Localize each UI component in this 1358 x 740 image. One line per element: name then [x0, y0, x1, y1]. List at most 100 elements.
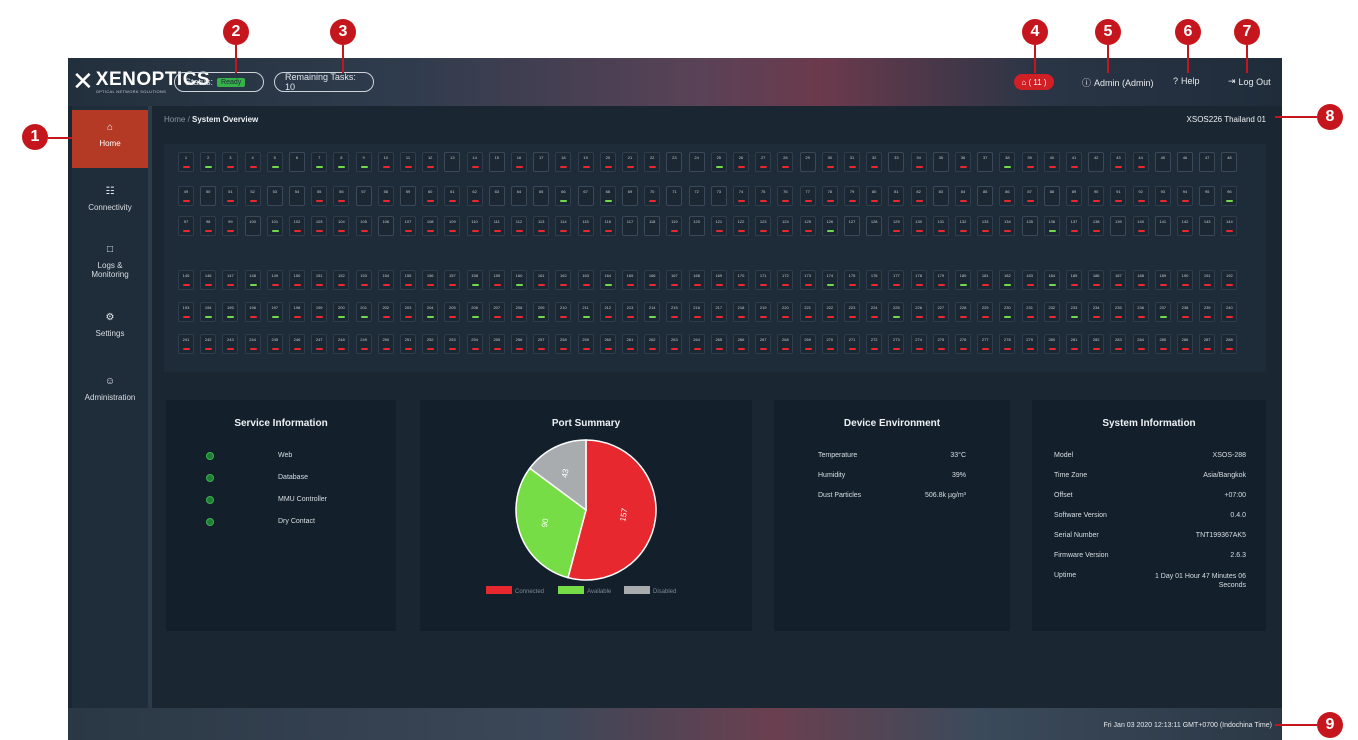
port-233[interactable]: 233: [1066, 302, 1082, 322]
port-9[interactable]: 9: [355, 152, 372, 172]
sidebar-item-settings[interactable]: ⚙ Settings: [72, 312, 148, 348]
port-236[interactable]: 236: [1132, 302, 1149, 322]
port-76[interactable]: 76: [777, 186, 794, 206]
port-130[interactable]: 130: [910, 216, 927, 236]
port-238[interactable]: 238: [1177, 302, 1193, 322]
port-183[interactable]: 183: [1021, 270, 1038, 290]
port-83[interactable]: 83: [932, 186, 949, 206]
port-276[interactable]: 276: [955, 334, 971, 354]
port-5[interactable]: 5: [266, 152, 283, 172]
port-111[interactable]: 111: [488, 216, 505, 236]
port-164[interactable]: 164: [599, 270, 616, 290]
port-41[interactable]: 41: [1066, 152, 1082, 172]
port-39[interactable]: 39: [1021, 152, 1038, 172]
port-113[interactable]: 113: [533, 216, 550, 236]
port-288[interactable]: 288: [1221, 334, 1238, 354]
port-228[interactable]: 228: [955, 302, 971, 322]
port-134[interactable]: 134: [999, 216, 1016, 236]
port-208[interactable]: 208: [511, 302, 527, 322]
port-33[interactable]: 33: [888, 152, 905, 172]
port-19[interactable]: 19: [577, 152, 594, 172]
port-278[interactable]: 278: [999, 334, 1016, 354]
port-79[interactable]: 79: [844, 186, 860, 206]
user-menu-button[interactable]: ⓘ Admin (Admin): [1082, 76, 1154, 89]
port-140[interactable]: 140: [1132, 216, 1149, 236]
port-147[interactable]: 147: [222, 270, 239, 290]
port-286[interactable]: 286: [1177, 334, 1193, 354]
port-126[interactable]: 126: [821, 216, 838, 236]
port-230[interactable]: 230: [999, 302, 1016, 322]
port-156[interactable]: 156: [422, 270, 439, 290]
port-138[interactable]: 138: [1088, 216, 1105, 236]
port-191[interactable]: 191: [1199, 270, 1216, 290]
port-241[interactable]: 241: [178, 334, 194, 354]
port-254[interactable]: 254: [466, 334, 483, 354]
port-46[interactable]: 46: [1177, 152, 1193, 172]
port-114[interactable]: 114: [555, 216, 572, 236]
port-43[interactable]: 43: [1110, 152, 1127, 172]
port-54[interactable]: 54: [289, 186, 305, 206]
port-131[interactable]: 131: [932, 216, 949, 236]
port-251[interactable]: 251: [400, 334, 416, 354]
port-98[interactable]: 98: [200, 216, 217, 236]
port-280[interactable]: 280: [1043, 334, 1060, 354]
sidebar-item-home[interactable]: ⌂ Home: [72, 110, 148, 168]
port-207[interactable]: 207: [488, 302, 505, 322]
port-182[interactable]: 182: [999, 270, 1016, 290]
port-108[interactable]: 108: [422, 216, 439, 236]
port-284[interactable]: 284: [1132, 334, 1149, 354]
port-189[interactable]: 189: [1154, 270, 1171, 290]
port-243[interactable]: 243: [222, 334, 239, 354]
port-193[interactable]: 193: [178, 302, 194, 322]
port-149[interactable]: 149: [266, 270, 283, 290]
port-146[interactable]: 146: [200, 270, 217, 290]
breadcrumb-home-link[interactable]: Home: [164, 115, 185, 124]
port-58[interactable]: 58: [377, 186, 394, 206]
port-29[interactable]: 29: [799, 152, 816, 172]
port-55[interactable]: 55: [311, 186, 328, 206]
port-16[interactable]: 16: [511, 152, 527, 172]
port-196[interactable]: 196: [244, 302, 261, 322]
port-28[interactable]: 28: [777, 152, 794, 172]
port-129[interactable]: 129: [888, 216, 905, 236]
port-172[interactable]: 172: [777, 270, 794, 290]
port-91[interactable]: 91: [1110, 186, 1127, 206]
port-72[interactable]: 72: [688, 186, 705, 206]
port-49[interactable]: 49: [178, 186, 194, 206]
port-157[interactable]: 157: [444, 270, 461, 290]
port-15[interactable]: 15: [488, 152, 505, 172]
port-124[interactable]: 124: [777, 216, 794, 236]
port-121[interactable]: 121: [710, 216, 727, 236]
port-56[interactable]: 56: [333, 186, 350, 206]
port-198[interactable]: 198: [289, 302, 305, 322]
port-234[interactable]: 234: [1088, 302, 1105, 322]
port-221[interactable]: 221: [799, 302, 816, 322]
port-275[interactable]: 275: [932, 334, 949, 354]
port-222[interactable]: 222: [821, 302, 838, 322]
port-143[interactable]: 143: [1199, 216, 1216, 236]
legend-swatch-available[interactable]: [558, 586, 584, 594]
port-158[interactable]: 158: [466, 270, 483, 290]
port-34[interactable]: 34: [910, 152, 927, 172]
port-69[interactable]: 69: [622, 186, 638, 206]
port-11[interactable]: 11: [400, 152, 416, 172]
port-71[interactable]: 71: [666, 186, 683, 206]
port-85[interactable]: 85: [977, 186, 994, 206]
port-283[interactable]: 283: [1110, 334, 1127, 354]
port-197[interactable]: 197: [266, 302, 283, 322]
port-42[interactable]: 42: [1088, 152, 1105, 172]
port-20[interactable]: 20: [599, 152, 616, 172]
port-252[interactable]: 252: [422, 334, 439, 354]
port-200[interactable]: 200: [333, 302, 350, 322]
port-74[interactable]: 74: [733, 186, 749, 206]
port-10[interactable]: 10: [377, 152, 394, 172]
port-205[interactable]: 205: [444, 302, 461, 322]
port-119[interactable]: 119: [666, 216, 683, 236]
port-194[interactable]: 194: [200, 302, 217, 322]
port-155[interactable]: 155: [400, 270, 416, 290]
port-89[interactable]: 89: [1066, 186, 1082, 206]
port-195[interactable]: 195: [222, 302, 239, 322]
port-151[interactable]: 151: [311, 270, 328, 290]
port-201[interactable]: 201: [355, 302, 372, 322]
port-105[interactable]: 105: [355, 216, 372, 236]
